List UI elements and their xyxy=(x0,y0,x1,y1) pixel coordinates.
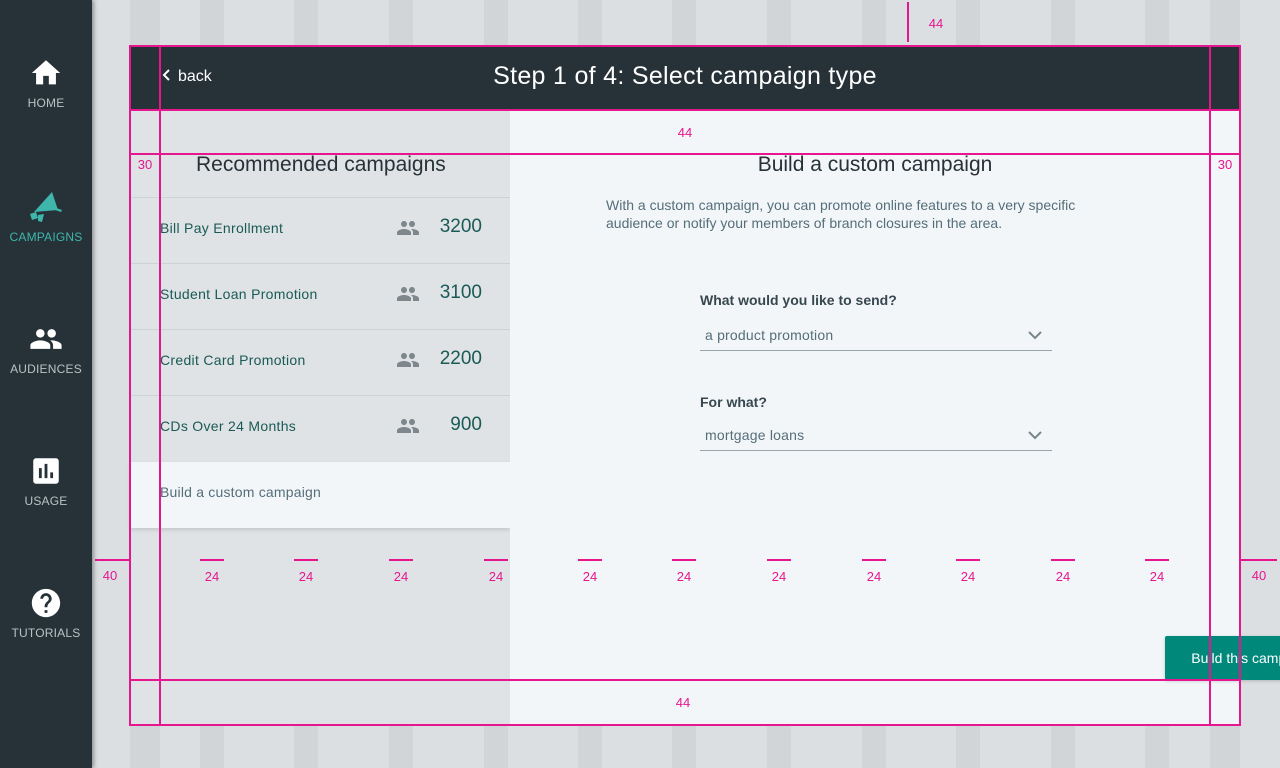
recommended-campaigns-panel: Recommended campaigns Bill Pay Enrollmen… xyxy=(130,110,510,726)
campaign-row[interactable]: Credit Card Promotion 2200 xyxy=(130,329,510,395)
build-custom-campaign-label: Build a custom campaign xyxy=(160,484,322,500)
people-icon xyxy=(396,351,420,369)
spec-line xyxy=(1241,559,1277,561)
campaign-name: CDs Over 24 Months xyxy=(160,418,297,434)
nav-audiences[interactable]: AUDIENCES xyxy=(0,322,92,418)
campaign-row[interactable]: CDs Over 24 Months 900 xyxy=(130,395,510,461)
campaign-name: Credit Card Promotion xyxy=(160,352,306,368)
send-type-value: a product promotion xyxy=(705,327,834,343)
campaign-audience-count: 2200 xyxy=(439,348,482,369)
campaign-wizard-panel: back Step 1 of 4: Select campaign type R… xyxy=(130,46,1280,726)
campaign-name: Student Loan Promotion xyxy=(160,286,318,302)
campaign-row[interactable]: Student Loan Promotion 3100 xyxy=(130,263,510,329)
home-icon xyxy=(0,56,92,90)
for-what-select[interactable]: mortgage loans xyxy=(700,417,1052,451)
spec-label-outer-left: 40 xyxy=(102,568,118,583)
custom-campaign-title: Build a custom campaign xyxy=(757,153,993,176)
people-icon xyxy=(396,219,420,237)
bar-chart-icon xyxy=(0,454,92,488)
chevron-down-icon xyxy=(1028,331,1042,340)
nav-campaigns-label: CAMPAIGNS xyxy=(9,230,83,244)
spec-label-outer-right: 40 xyxy=(1251,568,1267,583)
build-custom-campaign-option[interactable]: Build a custom campaign xyxy=(130,462,510,528)
nav-home-label: HOME xyxy=(27,96,65,110)
campaign-row[interactable]: Bill Pay Enrollment 3200 xyxy=(130,197,510,263)
custom-campaign-description: With a custom campaign, you can promote … xyxy=(606,197,1076,231)
send-type-select[interactable]: a product promotion xyxy=(700,317,1052,351)
campaign-name: Bill Pay Enrollment xyxy=(160,220,284,236)
spec-line xyxy=(907,2,909,42)
campaign-audience-count: 3200 xyxy=(439,216,482,237)
for-what-value: mortgage loans xyxy=(705,427,805,443)
people-icon xyxy=(0,322,92,356)
recommended-title: Recommended campaigns xyxy=(196,153,446,176)
build-campaign-button[interactable]: Build this campaign xyxy=(1165,636,1280,680)
send-type-label: What would you like to send? xyxy=(700,292,897,308)
campaign-audience-count: 900 xyxy=(450,414,482,435)
wizard-header: back Step 1 of 4: Select campaign type xyxy=(130,46,1240,110)
nav-tutorials-label: TUTORIALS xyxy=(11,626,81,640)
custom-campaign-panel: Build a custom campaign With a custom ca… xyxy=(510,110,1280,726)
nav-audiences-label: AUDIENCES xyxy=(10,362,82,376)
nav-usage-label: USAGE xyxy=(24,494,68,508)
sidebar: HOME CAMPAIGNS AUDIENCES USAGE TUTORIALS xyxy=(0,0,92,768)
spec-line xyxy=(95,559,129,561)
people-icon xyxy=(396,417,420,435)
page-title: Step 1 of 4: Select campaign type xyxy=(493,62,877,90)
help-icon xyxy=(0,586,92,620)
for-what-label: For what? xyxy=(700,394,767,410)
nav-tutorials[interactable]: TUTORIALS xyxy=(0,586,92,682)
spec-label-top-margin: 44 xyxy=(928,16,944,31)
nav-campaigns[interactable]: CAMPAIGNS xyxy=(0,188,92,284)
megaphone-icon xyxy=(0,188,92,224)
campaign-audience-count: 3100 xyxy=(439,282,482,303)
nav-home[interactable]: HOME xyxy=(0,56,92,152)
nav-usage[interactable]: USAGE xyxy=(0,454,92,550)
people-icon xyxy=(396,285,420,303)
chevron-down-icon xyxy=(1028,431,1042,440)
